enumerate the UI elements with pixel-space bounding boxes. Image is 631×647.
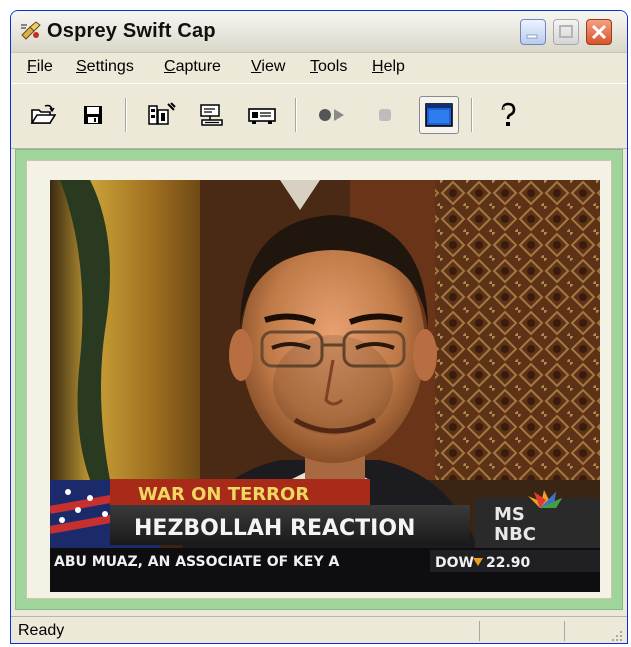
lower-third-top-text: WAR ON TERROR: [138, 484, 309, 505]
video-settings-icon: [148, 102, 176, 125]
lower-third-main-text: HEZBOLLAH REACTION: [134, 516, 415, 541]
network-logo-line1: MS: [494, 504, 525, 525]
toolbar-separator: [471, 98, 473, 132]
open-button[interactable]: [26, 98, 60, 132]
menu-file[interactable]: File: [27, 58, 53, 76]
close-icon: [591, 24, 607, 40]
menu-capture[interactable]: Capture: [164, 58, 221, 76]
dow-value: 22.90: [486, 555, 531, 571]
open-folder-icon: [30, 104, 56, 124]
help-icon: [501, 102, 516, 126]
preview-area: WAR ON TERROR HEZBOLLAH REACTION MS NBC …: [15, 149, 623, 610]
app-logo-icon: [20, 21, 41, 41]
record-button[interactable]: [315, 98, 349, 132]
toolbar: [11, 83, 627, 149]
resize-grip-icon[interactable]: [608, 627, 624, 643]
title-bar[interactable]: Osprey Swift Cap: [11, 11, 627, 53]
network-logo-line2: NBC: [494, 524, 536, 545]
minimize-icon: [526, 34, 538, 39]
status-text: Ready: [18, 622, 65, 639]
stop-icon: [379, 109, 391, 121]
help-button[interactable]: [491, 98, 525, 132]
save-icon: [84, 106, 102, 124]
menu-bar: File Settings Capture View Tools Help: [11, 53, 627, 81]
maximize-icon: [559, 25, 573, 38]
preview-window-icon: [425, 103, 453, 127]
close-button[interactable]: [586, 19, 612, 45]
app-window: Osprey Swift Cap File Settings Capture V…: [10, 10, 628, 644]
toolbar-separator: [125, 98, 127, 132]
toolbar-separator: [295, 98, 297, 132]
capture-settings-icon: [200, 104, 223, 126]
video-settings-button[interactable]: [145, 98, 179, 132]
status-pane-divider: [479, 621, 480, 641]
menu-help[interactable]: Help: [372, 58, 405, 76]
window-title: Osprey Swift Cap: [47, 20, 216, 42]
capture-settings-button[interactable]: [195, 98, 229, 132]
menu-tools[interactable]: Tools: [310, 58, 347, 76]
status-pane-divider: [564, 621, 565, 641]
dow-label: DOW: [435, 555, 474, 571]
video-preview[interactable]: WAR ON TERROR HEZBOLLAH REACTION MS NBC …: [50, 180, 600, 592]
stop-button[interactable]: [368, 98, 402, 132]
save-button[interactable]: [76, 98, 110, 132]
maximize-button[interactable]: [553, 19, 579, 45]
menu-settings[interactable]: Settings: [76, 58, 134, 76]
video-frame-image: WAR ON TERROR HEZBOLLAH REACTION MS NBC …: [50, 180, 600, 592]
record-icon: [319, 109, 344, 121]
preview-frame: WAR ON TERROR HEZBOLLAH REACTION MS NBC …: [26, 160, 612, 599]
minimize-button[interactable]: [520, 19, 546, 45]
menu-view[interactable]: View: [251, 58, 285, 76]
preview-toggle-button[interactable]: [419, 96, 459, 134]
status-bar: Ready: [11, 616, 627, 643]
device-icon: [248, 108, 276, 124]
news-ticker-text: ABU MUAZ, AN ASSOCIATE OF KEY A: [54, 554, 339, 570]
device-button[interactable]: [245, 98, 279, 132]
